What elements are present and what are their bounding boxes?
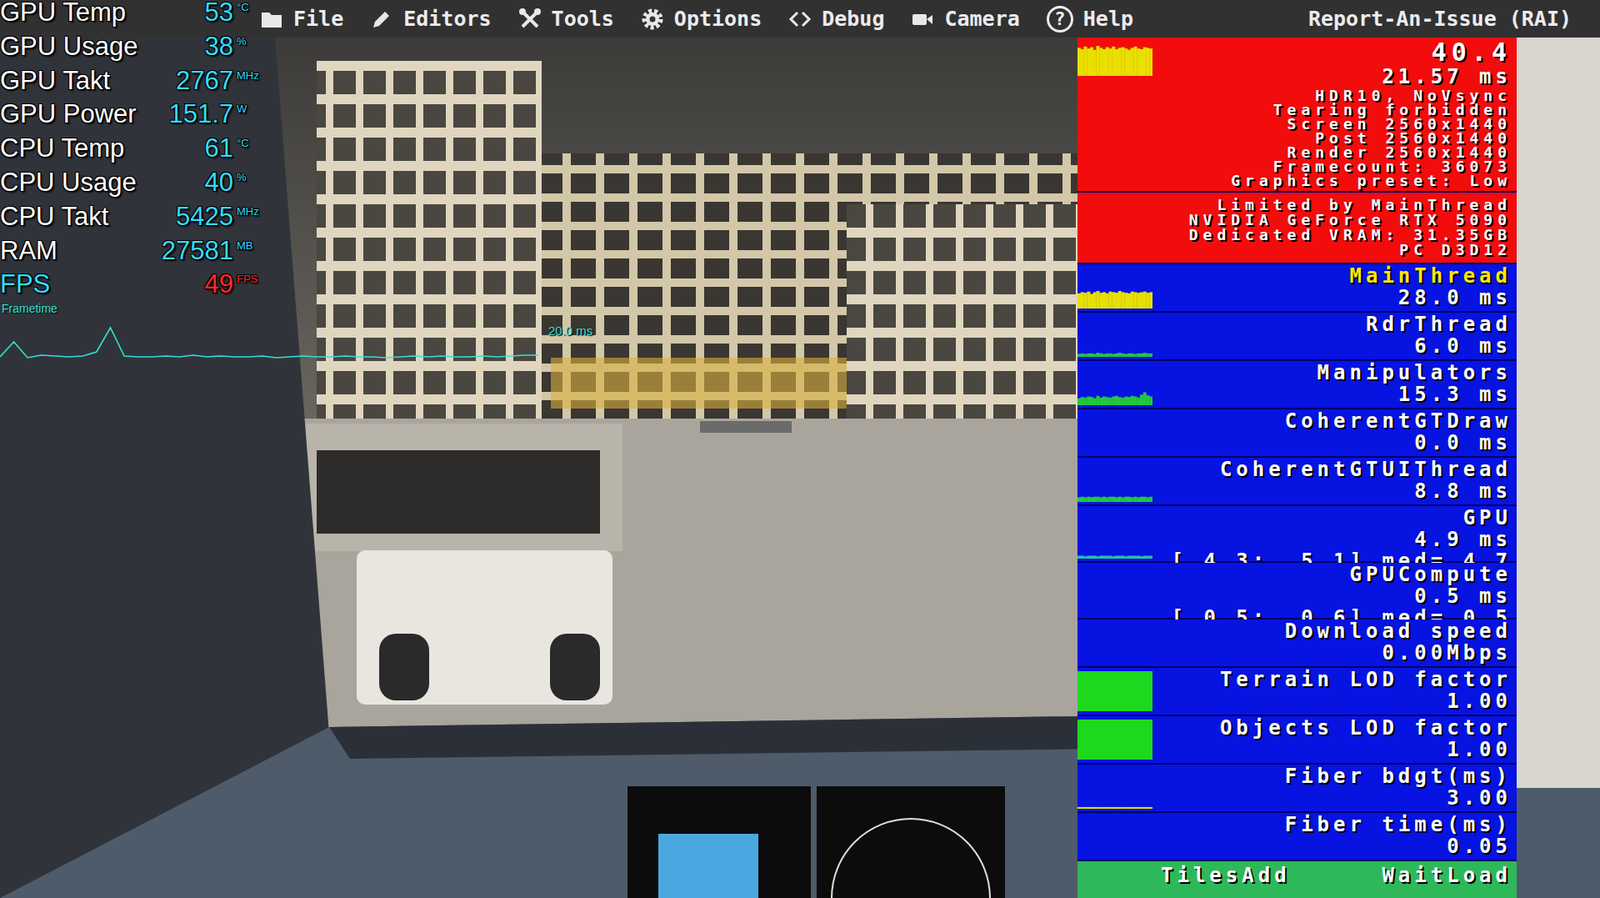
counter-value: 0.05 (1152, 835, 1512, 857)
counter-row: Manipulators 15.3 ms (1077, 360, 1517, 408)
counter-graph (1077, 285, 1153, 309)
footer-label: TilesAdd (1160, 864, 1291, 898)
counter-label: Fiber time(ms) (1152, 813, 1512, 835)
counter-label: Manipulators (1152, 361, 1512, 384)
counter-label: MainThread (1152, 265, 1512, 287)
code-icon (788, 7, 812, 31)
counter-value: 4.9 ms (1152, 528, 1512, 550)
info-line: Tearing forbidden (1152, 102, 1512, 117)
overlay-row: CPU Usage 40 % (0, 166, 260, 201)
overlay-row: GPU Temp 53 °C (0, 0, 260, 31)
overlay-row: GPU Usage 38 % (0, 30, 260, 65)
counter-row: Download speed 0.00Mbps (1077, 619, 1517, 666)
counter-label: Fiber bdgt(ms) (1152, 765, 1512, 787)
info-line: NVIDIA GeForce RTX 5090 (1077, 212, 1512, 228)
debug-panel: 40.4 21.57 ms HDR10, NoVsyncTearing forb… (1077, 37, 1517, 898)
counter-row: Terrain LOD factor 1.00 (1077, 667, 1517, 715)
counter-label: GPU (1152, 506, 1512, 529)
counter-row: GPU 4.9 ms [ 4.3; 5.1] med= 4.7 (1077, 505, 1517, 561)
counter-value: 15.3 ms (1152, 383, 1512, 405)
fps-header: 40.4 21.57 ms HDR10, NoVsyncTearing forb… (1077, 37, 1517, 191)
info-line: Render 2560x1440 (1152, 145, 1512, 160)
overlay-row: FPS 49 FPS (0, 268, 260, 303)
lod-meter (1077, 670, 1153, 711)
counter-value: 1.00 (1152, 738, 1512, 760)
lod-meter (1077, 719, 1153, 760)
report-issue-button[interactable]: Report-An-Issue (RAI) (1308, 6, 1572, 31)
gear-icon (640, 7, 665, 31)
info-line: PC D3D12 (1077, 242, 1512, 258)
overlay-row: CPU Temp 61 °C (0, 132, 260, 167)
counter-value: 0.00Mbps (1152, 641, 1512, 664)
counter-value: 28.0 ms (1152, 286, 1512, 309)
counter-value: 1.00 (1152, 690, 1512, 712)
counter-label: Objects LOD factor (1152, 716, 1512, 739)
frametime-graph: Frametime 20.0 ms (0, 301, 617, 377)
footer-label: WaitLoad (1381, 864, 1512, 898)
hardware-overlay: GPU Temp 53 °CGPU Usage 38 %GPU Takt 276… (0, 0, 260, 303)
tools-icon (518, 7, 542, 31)
counter-row: CoherentGTUIThread 8.8 ms (1077, 457, 1517, 505)
counter-label: CoherentGTUIThread (1152, 458, 1512, 480)
info-line: Dedicated VRAM: 31.35GB (1077, 227, 1512, 243)
help-icon: ? (1046, 5, 1074, 33)
counter-row: CoherentGTDraw 0.0 ms (1077, 409, 1517, 456)
fps-graph (1077, 42, 1153, 76)
info-line: Framecount: 36073 (1152, 159, 1512, 174)
overlay-row: GPU Takt 2767 MHz (0, 65, 260, 100)
counter-graph (1077, 785, 1153, 809)
pencil-icon (370, 7, 394, 31)
counter-label: RdrThread (1152, 313, 1512, 335)
overlay-row: RAM 27581 MB (0, 235, 260, 270)
info-line: HDR10, NoVsync (1152, 88, 1512, 103)
overlay-row: CPU Takt 5425 MHz (0, 200, 260, 235)
menu-item[interactable]: Editors (370, 6, 491, 31)
counter-label: GPUCompute (1152, 563, 1512, 585)
counter-value: 6.0 ms (1152, 335, 1512, 357)
counter-row: MainThread 28.0 ms (1077, 264, 1517, 311)
counter-label: Terrain LOD factor (1152, 668, 1512, 690)
counter-graph (1077, 535, 1153, 559)
counter-value: 0.5 ms (1152, 585, 1512, 607)
counter-row: RdrThread 6.0 ms (1077, 312, 1517, 360)
menu-item[interactable]: ? Help (1046, 5, 1134, 33)
frame-time: 21.57 ms (1152, 65, 1512, 89)
tiles-footer: TilesAdd WaitLoad (1077, 860, 1517, 898)
sim-screen: File Editors Tools Options Debug Camera?… (0, 0, 1600, 898)
counter-label: CoherentGTDraw (1152, 410, 1512, 432)
counter-row: Fiber bdgt(ms) 3.00 (1077, 764, 1517, 811)
counter-graph (1077, 381, 1153, 405)
info-line: Limited by MainThread (1077, 197, 1512, 213)
counter-value: 3.00 (1152, 786, 1512, 809)
menu-item[interactable]: Debug (788, 6, 885, 31)
menu-item[interactable]: File (260, 6, 344, 31)
frametime-label: Frametime (1, 301, 58, 315)
menu-item[interactable]: Tools (518, 6, 615, 31)
counter-value: 0.0 ms (1152, 431, 1512, 454)
frametime-reading: 20.0 ms (548, 323, 593, 338)
frametime-line (0, 301, 539, 374)
counter-row: GPUCompute 0.5 ms [ 0.5; 0.6] med= 0.5 (1077, 562, 1517, 618)
menu-item[interactable]: Camera (910, 6, 1020, 31)
fps-value: 40.4 (1152, 39, 1512, 66)
folder-icon (260, 7, 284, 31)
counter-value: 8.8 ms (1152, 480, 1512, 502)
info-line: Graphics preset: Low (1152, 173, 1512, 188)
counter-label: Download speed (1152, 620, 1512, 642)
limits-block: Limited by MainThreadNVIDIA GeForce RTX … (1077, 192, 1517, 263)
info-line: Post 2560x1440 (1152, 130, 1512, 145)
camera-icon (910, 7, 935, 31)
counter-graph (1077, 478, 1153, 502)
overlay-row: GPU Power 151.7 W (0, 98, 260, 133)
counter-row: Fiber time(ms) 0.05 (1077, 812, 1517, 860)
menu-item[interactable]: Options (640, 6, 762, 31)
counter-row: Objects LOD factor 1.00 (1077, 715, 1517, 763)
counter-graph (1077, 333, 1153, 357)
info-line: Screen 2560x1440 (1152, 116, 1512, 131)
